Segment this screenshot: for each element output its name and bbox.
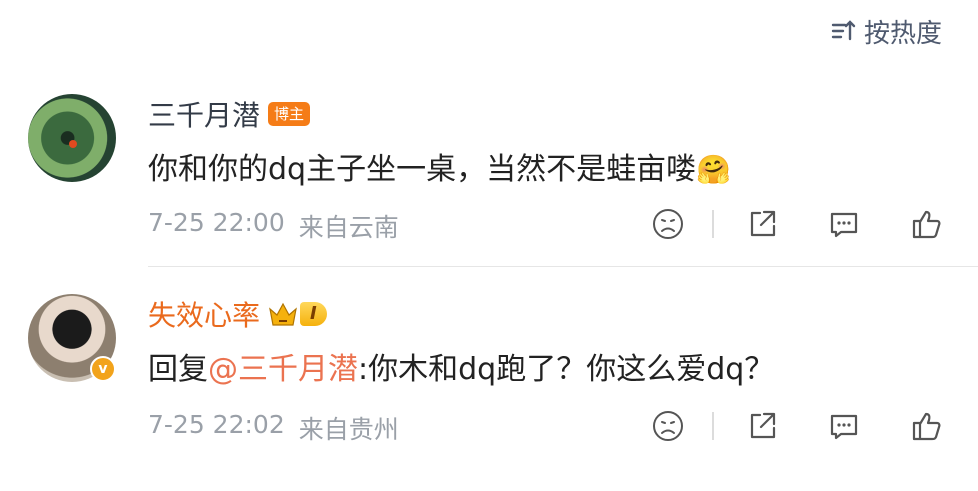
share-button[interactable] — [742, 406, 782, 446]
author-name[interactable]: 三千月潜 — [148, 94, 260, 134]
thumbs-up-icon — [912, 412, 941, 441]
sort-icon — [831, 20, 856, 41]
comment-date: 7-25 22:00 — [148, 208, 285, 237]
comment-text[interactable]: 回复@三千月潜:你木和dq跑了？你这么爱dq？ — [148, 344, 774, 388]
mention-link[interactable]: @三千月潜 — [208, 352, 358, 387]
verified-badge: v — [90, 356, 116, 382]
comment-icon — [830, 212, 858, 238]
like-button[interactable] — [906, 204, 946, 244]
reply-button[interactable] — [824, 204, 864, 244]
like-button[interactable] — [906, 406, 946, 446]
avatar[interactable] — [28, 94, 116, 182]
share-icon — [750, 412, 776, 439]
sort-label: 按热度 — [863, 18, 942, 49]
sort-button[interactable]: 按热度 — [830, 12, 942, 50]
blogger-badge: 博主 — [268, 102, 311, 126]
vip-crown-badge: I — [268, 299, 327, 329]
divider — [712, 412, 714, 440]
comment-meta: 7-25 22:02 来自贵州 — [148, 410, 399, 446]
sad-face-icon — [653, 411, 683, 441]
vip-level: I — [300, 302, 327, 326]
thumbs-up-icon — [912, 210, 941, 239]
comment-actions — [648, 406, 946, 446]
comment-actions — [648, 204, 946, 244]
share-icon — [750, 210, 776, 237]
comment-text[interactable]: 你和你的dq主子坐一桌，当然不是蛙亩喽🤗 — [148, 144, 731, 188]
dislike-button[interactable] — [648, 406, 688, 446]
crown-icon — [269, 302, 297, 326]
comment-icon — [830, 414, 858, 440]
sad-face-icon — [653, 209, 683, 239]
comment-author[interactable]: 失效心率 I — [148, 294, 327, 334]
comment-author[interactable]: 三千月潜 博主 — [148, 94, 311, 134]
comment-meta: 7-25 22:00 来自云南 — [148, 208, 399, 244]
comment-location: 来自云南 — [298, 213, 399, 242]
hug-emoji-icon: 🤗 — [696, 153, 731, 186]
divider — [712, 210, 714, 238]
comment-date: 7-25 22:02 — [148, 410, 285, 439]
reply-button[interactable] — [824, 406, 864, 446]
comment-divider — [148, 266, 978, 267]
author-name[interactable]: 失效心率 — [148, 294, 260, 334]
share-button[interactable] — [742, 204, 782, 244]
dislike-button[interactable] — [648, 204, 688, 244]
comment-location: 来自贵州 — [298, 415, 399, 444]
